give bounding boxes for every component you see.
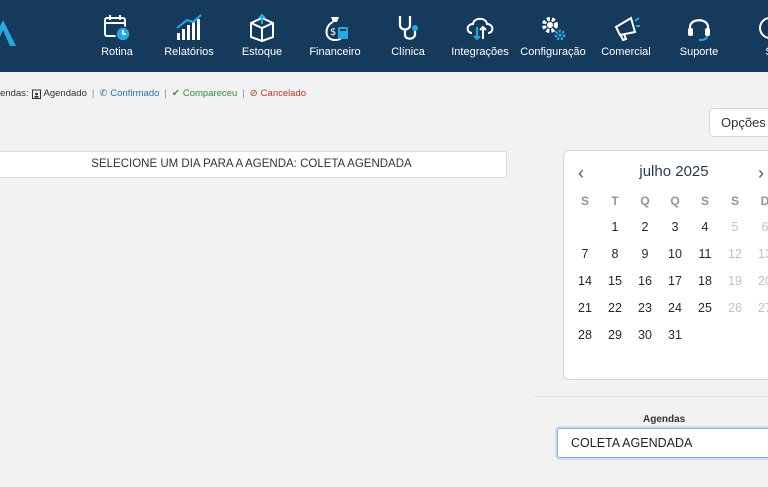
nav-item-label: Suporte xyxy=(679,46,719,58)
megaphone-icon xyxy=(610,12,642,44)
box-icon xyxy=(246,12,278,44)
partial-icon xyxy=(753,12,768,44)
nav-item-configuracao[interactable]: Configuração xyxy=(520,0,586,72)
calendar-person-icon xyxy=(31,89,41,99)
nav-item-relatorios[interactable]: Relatórios xyxy=(162,0,216,72)
options-dropdown-button[interactable]: Opções ▾ xyxy=(709,108,768,137)
cancel-icon: ⊘ xyxy=(249,88,258,99)
weekday-header: S xyxy=(580,194,589,208)
nav-item-label: Estoque xyxy=(241,46,283,58)
calendar-day[interactable]: 21 xyxy=(574,301,596,315)
legend-separator: | xyxy=(91,88,95,99)
calendar-day[interactable]: 5 xyxy=(724,220,746,234)
weekday-header: S xyxy=(730,194,739,208)
cloud-sync-icon xyxy=(464,12,496,44)
calendar-day[interactable]: 20 xyxy=(754,274,768,288)
calendar-day[interactable]: 27 xyxy=(754,301,768,315)
agendas-label: Agendas xyxy=(643,414,686,425)
nav-item-label: Integrações xyxy=(451,46,509,58)
weekday-header: Q xyxy=(670,194,680,208)
calendar-day[interactable]: 9 xyxy=(634,247,656,261)
calendar-day[interactable]: 3 xyxy=(664,220,686,234)
nav-item-label: Configuração xyxy=(520,46,586,58)
svg-text:$: $ xyxy=(330,27,336,38)
agenda-day-prompt: SELECIONE UM DIA PARA A AGENDA: COLETA A… xyxy=(0,151,507,178)
calendar-day[interactable]: 10 xyxy=(664,247,686,261)
calendar-day[interactable]: 2 xyxy=(634,220,656,234)
weekday-header: T xyxy=(611,194,619,208)
calendar-day[interactable]: 13 xyxy=(754,247,768,261)
agendas-select[interactable]: COLETA AGENDADA xyxy=(557,428,768,458)
check-icon: ✔ xyxy=(171,88,180,99)
nav-item-suporte[interactable]: Suporte xyxy=(678,0,720,72)
app-logo-icon[interactable] xyxy=(0,16,20,50)
calendar-day[interactable]: 6 xyxy=(754,220,768,234)
calendar-day[interactable]: 11 xyxy=(694,247,716,261)
calendar-day[interactable]: 28 xyxy=(574,328,596,342)
legend-separator: | xyxy=(242,88,245,99)
calendar-day[interactable]: 31 xyxy=(664,328,686,342)
calendar-day[interactable]: 1 xyxy=(604,220,626,234)
legend-compareceu: Compareceu xyxy=(182,88,238,99)
chevron-left-icon[interactable]: ‹ xyxy=(578,163,584,184)
nav-item-label: Clínica xyxy=(391,46,425,58)
legend-confirmado: Confirmado xyxy=(110,88,160,99)
nav-item-financeiro[interactable]: $ Financeiro xyxy=(308,0,362,72)
stethoscope-icon xyxy=(392,12,424,44)
gears-icon xyxy=(537,12,569,44)
phone-icon: ✆ xyxy=(99,88,108,99)
calendar-day[interactable]: 16 xyxy=(634,274,656,288)
top-navigation-bar: Rotina Relatórios Estoque $ Financeiro C… xyxy=(0,0,768,72)
calendar-day[interactable]: 15 xyxy=(604,274,626,288)
calendar-day[interactable]: 14 xyxy=(574,274,596,288)
calendar-day[interactable]: 17 xyxy=(664,274,686,288)
calendar-day[interactable]: 23 xyxy=(634,301,656,315)
legend-prefix: endas: xyxy=(0,88,29,99)
weekday-header: S xyxy=(700,194,709,208)
nav-item-integracoes[interactable]: Integrações xyxy=(451,0,509,72)
divider xyxy=(532,396,768,397)
calendar-day[interactable]: 22 xyxy=(604,301,626,315)
calendar-day[interactable]: 30 xyxy=(634,328,656,342)
calendar-day[interactable]: 26 xyxy=(724,301,746,315)
calendar-day[interactable]: 19 xyxy=(724,274,746,288)
nav-item-partial[interactable]: S xyxy=(754,0,768,72)
nav-item-clinica[interactable]: Clínica xyxy=(388,0,428,72)
money-bag-icon: $ xyxy=(319,12,351,44)
nav-item-label: Rotina xyxy=(101,46,133,58)
nav-item-rotina[interactable]: Rotina xyxy=(97,0,137,72)
nav-item-label: Comercial xyxy=(601,46,651,58)
calendar-clock-icon xyxy=(101,12,133,44)
calendar-day[interactable]: 12 xyxy=(724,247,746,261)
bar-chart-icon xyxy=(173,12,205,44)
calendar-day[interactable]: 29 xyxy=(604,328,626,342)
weekday-header: D xyxy=(760,194,768,208)
status-legend: endas: Agendado | ✆ Confirmado | ✔ Compa… xyxy=(0,88,306,99)
nav-item-label: Financeiro xyxy=(309,46,361,58)
legend-agendado: Agendado xyxy=(43,88,87,99)
legend-separator: | xyxy=(164,88,167,99)
weekday-header: Q xyxy=(640,194,650,208)
calendar-day[interactable]: 18 xyxy=(694,274,716,288)
calendar-day[interactable]: 4 xyxy=(694,220,716,234)
month-calendar: ‹ julho 2025 › STQQSSD123456789101112131… xyxy=(563,150,768,380)
calendar-day[interactable]: 7 xyxy=(574,247,596,261)
nav-item-label: Relatórios xyxy=(164,46,214,58)
chevron-right-icon[interactable]: › xyxy=(758,163,764,184)
options-label: Opções xyxy=(721,115,766,130)
calendar-day[interactable]: 24 xyxy=(664,301,686,315)
legend-cancelado: Cancelado xyxy=(260,88,307,99)
calendar-month-title[interactable]: julho 2025 xyxy=(604,163,744,180)
headset-icon xyxy=(683,12,715,44)
nav-item-estoque[interactable]: Estoque xyxy=(240,0,284,72)
nav-item-comercial[interactable]: Comercial xyxy=(600,0,652,72)
calendar-day[interactable]: 8 xyxy=(604,247,626,261)
calendar-day[interactable]: 25 xyxy=(694,301,716,315)
